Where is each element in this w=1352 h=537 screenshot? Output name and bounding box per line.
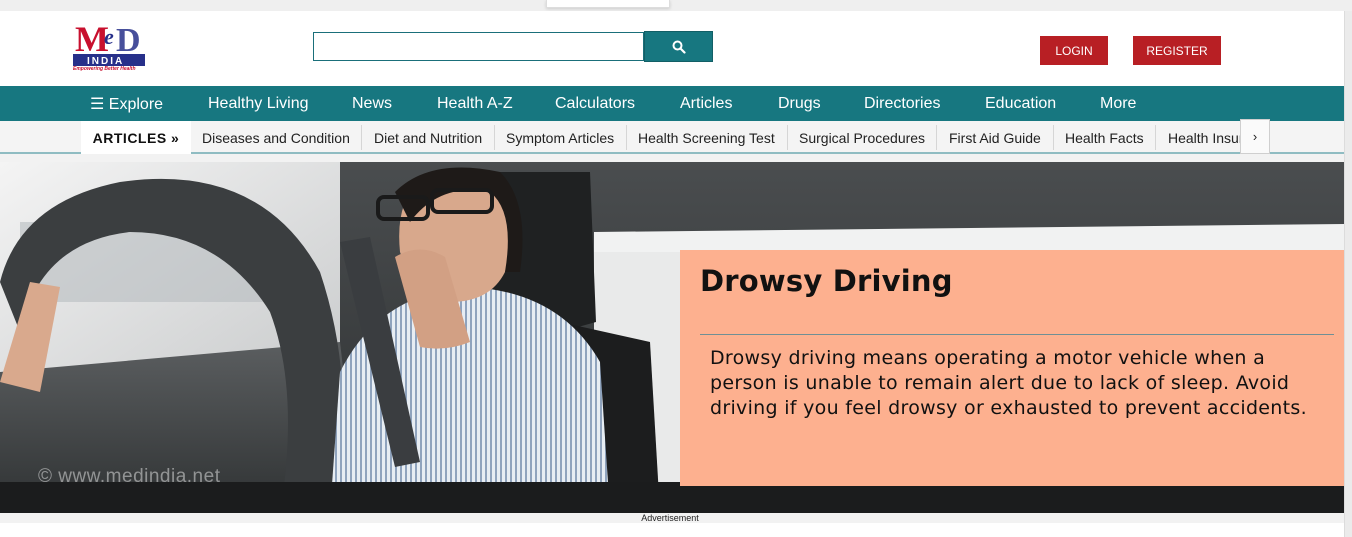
nav-calculators[interactable]: Calculators bbox=[555, 86, 635, 121]
subnav-divider bbox=[626, 125, 627, 150]
scrollbar[interactable] bbox=[1344, 11, 1352, 537]
subnav-item[interactable]: Health Screening Test bbox=[638, 121, 775, 154]
search-input[interactable] bbox=[313, 32, 644, 61]
hero-description: Drowsy driving means operating a motor v… bbox=[710, 347, 1307, 419]
subnav-divider bbox=[494, 125, 495, 150]
subnav-divider bbox=[936, 125, 937, 150]
watermark: © www.medindia.net bbox=[38, 466, 221, 487]
nav-drugs[interactable]: Drugs bbox=[778, 86, 821, 121]
articles-section-label[interactable]: ARTICLES » bbox=[81, 121, 191, 154]
subnav-item[interactable]: Health Insurance bbox=[1168, 121, 1241, 154]
logo-tagline: Empowering Better Health bbox=[73, 66, 136, 72]
subnav-scroller: Diseases and Condition Diet and Nutritio… bbox=[191, 121, 1241, 154]
site-header: M e D INDIA Empowering Better Health LOG… bbox=[0, 11, 1344, 86]
search-button[interactable] bbox=[644, 31, 713, 62]
nav-articles[interactable]: Articles bbox=[680, 86, 732, 121]
ad-area bbox=[0, 523, 1344, 537]
articles-subnav: ARTICLES » Diseases and Condition Diet a… bbox=[0, 121, 1344, 154]
subnav-next-button[interactable]: › bbox=[1240, 119, 1270, 154]
advertisement-label: Advertisement bbox=[641, 513, 699, 523]
page-title: Drowsy Driving bbox=[700, 264, 953, 298]
subnav-item[interactable]: Surgical Procedures bbox=[799, 121, 925, 154]
nav-healthy-living[interactable]: Healthy Living bbox=[208, 86, 309, 121]
svg-text:e: e bbox=[104, 24, 114, 49]
svg-text:D: D bbox=[116, 22, 141, 59]
register-button[interactable]: REGISTER bbox=[1133, 36, 1221, 65]
subnav-item[interactable]: Diet and Nutrition bbox=[374, 121, 482, 154]
login-button[interactable]: LOGIN bbox=[1040, 36, 1108, 65]
chevron-right-icon: › bbox=[1252, 129, 1258, 144]
callout-divider bbox=[700, 334, 1334, 335]
subnav-divider bbox=[361, 125, 362, 150]
nav-education[interactable]: Education bbox=[985, 86, 1056, 121]
subnav-divider bbox=[787, 125, 788, 150]
subnav-divider bbox=[1053, 125, 1054, 150]
nav-health-a-z[interactable]: Health A-Z bbox=[437, 86, 513, 121]
hero-banner: © www.medindia.net Drowsy Driving Drowsy… bbox=[0, 162, 1344, 513]
nav-more[interactable]: More bbox=[1100, 86, 1136, 121]
nav-news[interactable]: News bbox=[352, 86, 392, 121]
page: M e D INDIA Empowering Better Health LOG… bbox=[0, 0, 1352, 537]
medindia-logo[interactable]: M e D INDIA bbox=[71, 14, 151, 74]
nav-explore[interactable]: ☰ Explore bbox=[90, 86, 163, 121]
browser-top-strip bbox=[0, 0, 1352, 11]
popup-fragment bbox=[546, 0, 670, 8]
subnav-item[interactable]: Symptom Articles bbox=[506, 121, 614, 154]
subnav-item[interactable]: Health Facts bbox=[1065, 121, 1144, 154]
search-icon bbox=[672, 40, 686, 54]
main-nav: ☰ Explore Healthy Living News Health A-Z… bbox=[0, 86, 1344, 121]
subnav-divider bbox=[1155, 125, 1156, 150]
subnav-item[interactable]: First Aid Guide bbox=[949, 121, 1041, 154]
subnav-item[interactable]: Diseases and Condition bbox=[202, 121, 350, 154]
nav-directories[interactable]: Directories bbox=[864, 86, 940, 121]
hero-callout: Drowsy Driving Drowsy driving means oper… bbox=[680, 250, 1344, 486]
